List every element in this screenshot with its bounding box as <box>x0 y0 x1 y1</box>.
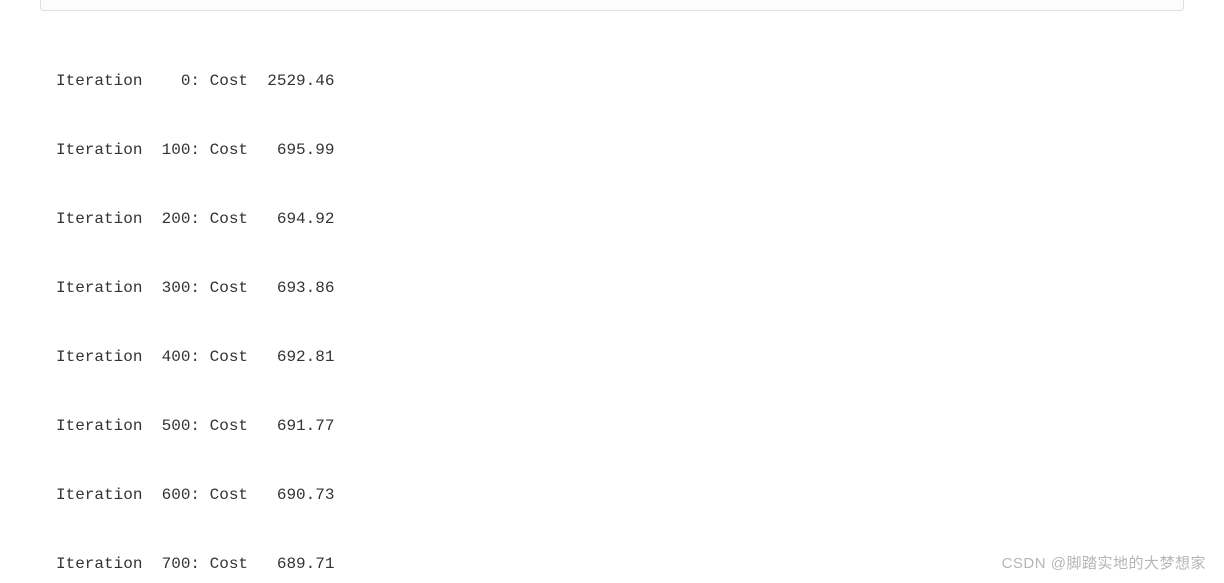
iteration-line: Iteration 200: Cost 694.92 <box>56 208 1168 231</box>
iteration-line: Iteration 100: Cost 695.99 <box>56 139 1168 162</box>
code-output-block: Iteration 0: Cost 2529.46 Iteration 100:… <box>56 24 1168 583</box>
iteration-line: Iteration 300: Cost 693.86 <box>56 277 1168 300</box>
iteration-line: Iteration 400: Cost 692.81 <box>56 346 1168 369</box>
iteration-line: Iteration 500: Cost 691.77 <box>56 415 1168 438</box>
iteration-line: Iteration 0: Cost 2529.46 <box>56 70 1168 93</box>
cell-top-border <box>40 0 1184 11</box>
watermark-text: CSDN @脚踏实地的大梦想家 <box>1002 552 1206 573</box>
page-content: Iteration 0: Cost 2529.46 Iteration 100:… <box>0 0 1224 583</box>
iteration-line: Iteration 600: Cost 690.73 <box>56 484 1168 507</box>
